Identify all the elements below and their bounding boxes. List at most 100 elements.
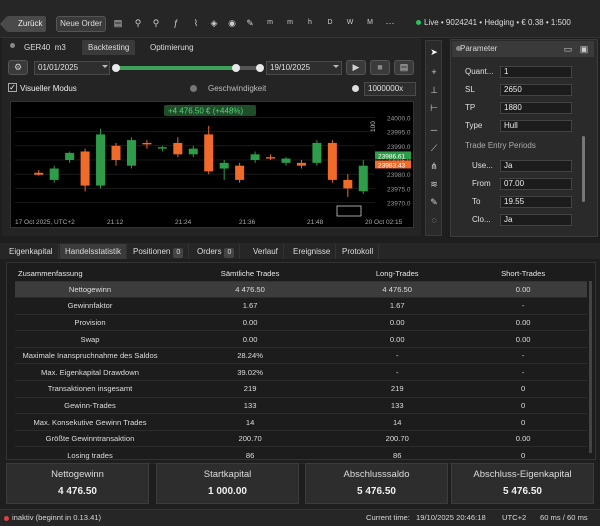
drag-handle-icon[interactable] [10,43,15,48]
eye-icon[interactable]: ◉ [226,17,238,29]
more-icon[interactable]: ⋯ [384,17,396,29]
tab-trade-statistics[interactable]: Handelsstatistik [60,244,128,259]
table-row[interactable]: Provision 0.00 0.00 0.00 [15,314,587,332]
table-row[interactable]: Gewinn-Trades 133 133 0 [15,397,587,415]
price-tick-label: 23990.0 [387,144,411,151]
table-row[interactable]: Nettogewinn 4 476.50 4 476.50 0.00 [15,281,587,299]
back-button[interactable]: Zurück [0,16,46,32]
pencil-icon[interactable]: ✎ [244,17,256,29]
close-select[interactable]: Ja [500,214,572,226]
candle-body [219,162,229,169]
timeframe-m1-icon[interactable]: m [264,17,276,29]
layers-icon[interactable]: ◈ [208,17,220,29]
tab-events[interactable]: Ereignisse [288,244,337,259]
tab-optimization[interactable]: Optimierung [144,40,200,55]
type-select[interactable]: Hull [500,120,572,132]
crosshair-icon[interactable]: + [428,66,440,78]
use-select[interactable]: Ja [500,160,572,172]
table-row[interactable]: Gewinnfaktor 1.67 1.67- [15,297,587,315]
tp-input[interactable]: 1880 [500,102,572,114]
text-icon[interactable]: ✎ [428,196,440,208]
timeframe-m-icon[interactable]: M [364,17,376,29]
folder-icon[interactable]: ▭ [562,43,574,55]
slider-end-handle[interactable] [256,64,264,72]
speed-label: Geschwindigkeit [208,84,267,93]
timezone-select[interactable]: UTC+2 [502,510,526,526]
cell-value: 4 476.50 [165,281,336,299]
cell-value: 1.67 [165,297,336,315]
chart-canvas: 24000.023995.023990.023985.023980.023975… [15,105,411,226]
table-row[interactable]: Transaktionen insgesamt 219 219 0 [15,380,587,398]
zoom-out-icon[interactable]: ⚲ [150,17,162,29]
timeframe-h-icon[interactable]: h [304,17,316,29]
from-input[interactable]: 07.00 [500,178,572,190]
slider-progress [116,66,236,70]
table-row[interactable]: Max. Eigenkapital Drawdown 39.02% - - [15,363,587,382]
card-title: Startkapital [203,469,252,480]
start-date-input[interactable]: 01/01/2025 [34,61,110,75]
speed-max-handle[interactable] [352,85,359,92]
candle-body [281,158,291,163]
fibonacci-icon[interactable]: ≋ [428,178,440,190]
cell-value: 0 [459,446,587,465]
slider-start-handle[interactable] [112,64,120,72]
row-label: Max. Eigenkapital Drawdown [15,363,165,382]
tab-symbol[interactable]: GER40 m3 [18,40,72,55]
column-header[interactable]: Short-Trades [459,266,587,282]
save-icon[interactable]: ▣ [578,43,590,55]
speed-slider-handle[interactable] [190,85,197,92]
candle-body [111,145,121,160]
timeframe-w-icon[interactable]: W [344,17,356,29]
table-row[interactable]: Maximale Inanspruchnahme des Saldos 28.24… [15,347,587,365]
column-header[interactable]: Sämtliche Trades [165,266,336,282]
tab-history[interactable]: Verlauf [248,244,284,259]
quantity-input[interactable]: 1 [500,66,572,78]
visual-mode-checkbox[interactable]: ✓ [8,83,17,92]
tab-equity[interactable]: Eigenkapital [4,244,59,259]
stop-icon[interactable]: ■ [370,60,390,75]
slider-progress-handle[interactable] [232,64,240,72]
tab-positions[interactable]: Positionen 0 [128,244,190,259]
table-row[interactable]: Max. Konsekutive Gewinn Trades 14 14 0 [15,413,587,431]
table-row[interactable]: Größte Gewinntransaktion 200.70 200.70 0.00 [15,430,587,448]
tab-backtesting[interactable]: Backtesting [82,40,136,55]
horizontal-line-icon[interactable]: ⊥ [428,84,440,96]
pitchfork-icon[interactable]: ⋔ [428,160,440,172]
ask-price-tag: 23983.43 [378,162,405,169]
row-label: Losing trades [15,446,165,465]
table-row[interactable]: Losing trades 86 86 0 [15,446,587,465]
use-label: Use... [472,161,493,170]
cell-value: 0 [459,380,587,398]
line-icon[interactable]: ─ [428,124,440,136]
cursor-icon[interactable]: ➤ [428,46,440,58]
candle-body [65,152,75,160]
report-icon[interactable]: ▤ [394,60,414,75]
column-header[interactable]: Long-Trades [335,266,460,282]
table-scrollbar[interactable] [589,281,592,453]
row-label: Nettogewinn [15,281,165,299]
cell-value: 0.00 [459,281,587,299]
new-order-button[interactable]: Neue Order [56,16,106,32]
end-date-input[interactable]: 19/10/2025 [266,61,342,75]
sl-input[interactable]: 2650 [500,84,572,96]
timeframe-d-icon[interactable]: D [324,17,336,29]
trendline-icon[interactable]: ⟋ [428,142,440,154]
zoom-in-icon[interactable]: ⚲ [132,17,144,29]
tab-orders[interactable]: Orders 0 [192,244,241,259]
drag-handle-icon[interactable] [456,46,461,51]
param-scrollbar[interactable] [582,136,585,202]
play-icon[interactable]: ▶ [346,60,366,75]
layout-icon[interactable]: ▤ [112,17,124,29]
indicator-icon[interactable]: ƒ [170,17,182,29]
vertical-line-icon[interactable]: ⊢ [428,102,440,114]
column-header[interactable]: Zusammenfassung [15,266,165,282]
tab-log[interactable]: Protokoll [337,244,380,259]
comment-icon[interactable]: ◌ [428,214,440,226]
settings-gear-icon[interactable]: ⚙ [8,60,28,75]
speed-input[interactable]: 1000000x [364,82,416,96]
chart-type-icon[interactable]: ⌇ [190,17,202,29]
timeframe-m2-icon[interactable]: m [284,17,296,29]
to-input[interactable]: 19.55 [500,196,572,208]
candlestick-chart[interactable]: 24000.023995.023990.023985.023980.023975… [10,101,414,228]
table-row[interactable]: Swap 0.00 0.00 0.00 [15,330,587,348]
